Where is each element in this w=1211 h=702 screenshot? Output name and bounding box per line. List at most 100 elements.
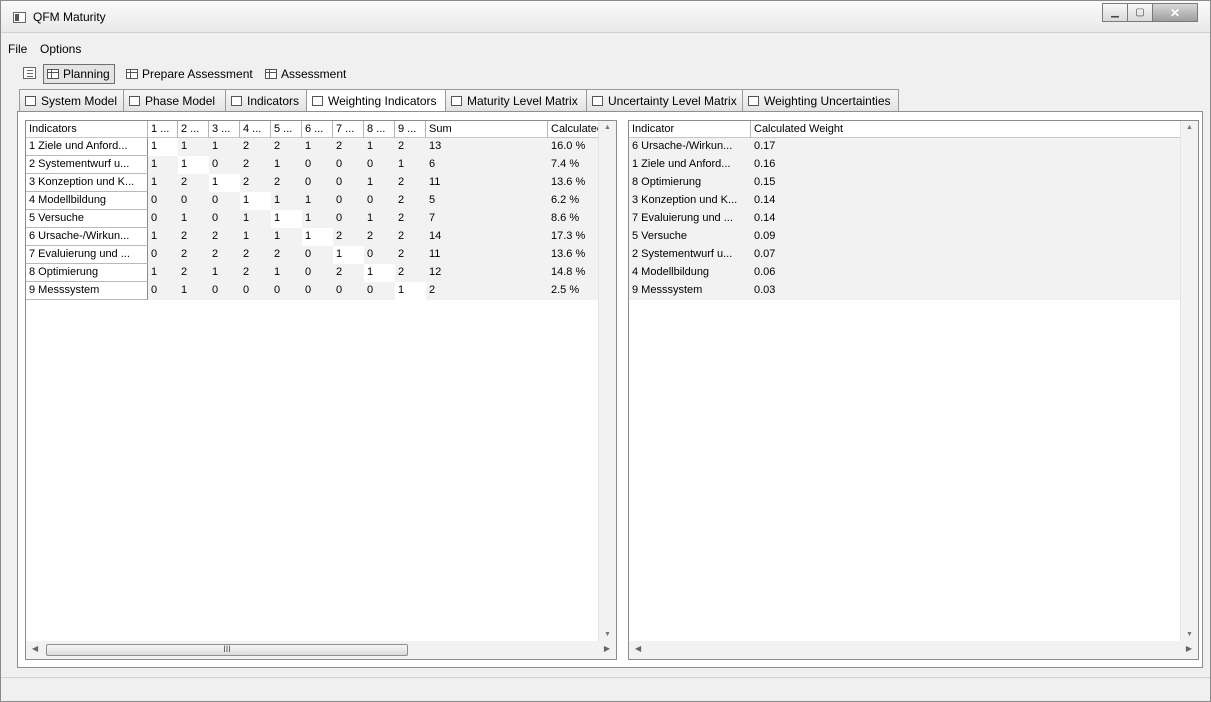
matrix-cell[interactable]: 0 (302, 156, 333, 174)
weight-row[interactable]: 1 Ziele und Anford... 0.16 (629, 156, 1181, 174)
weight-row[interactable]: 4 Modellbildung 0.06 (629, 264, 1181, 282)
matrix-cell[interactable]: 0 (364, 192, 395, 210)
matrix-cell[interactable]: 2 (240, 246, 271, 264)
matrix-cell[interactable]: 0 (333, 174, 364, 192)
matrix-cell[interactable]: 2 (240, 174, 271, 192)
matrix-vertical-scrollbar[interactable]: ▲ ▼ (598, 121, 616, 641)
matrix-cell[interactable]: 2 (333, 138, 364, 156)
matrix-cell[interactable]: 2 (271, 174, 302, 192)
matrix-cell[interactable]: 2 (395, 246, 426, 264)
matrix-cell[interactable]: 1 (364, 210, 395, 228)
matrix-column-header[interactable]: 9 ... (395, 121, 426, 138)
matrix-cell[interactable]: 1 (302, 210, 333, 228)
matrix-cell[interactable]: 2 (240, 264, 271, 282)
tab-weighting-indicators[interactable]: Weighting Indicators (306, 89, 446, 112)
matrix-cell[interactable]: 2 (178, 174, 209, 192)
matrix-cell[interactable]: 1 (364, 138, 395, 156)
matrix-cell[interactable]: 0 (333, 282, 364, 300)
matrix-cell[interactable]: 1 (302, 138, 333, 156)
matrix-cell[interactable]: 2 (240, 138, 271, 156)
matrix-cell[interactable]: 2 (333, 228, 364, 246)
matrix-cell[interactable]: 0 (209, 192, 240, 210)
toolbar-tab-planning[interactable]: Planning (43, 64, 115, 84)
matrix-cell[interactable]: 1 (148, 264, 178, 282)
matrix-cell[interactable]: 1 (271, 192, 302, 210)
matrix-cell[interactable]: 0 (302, 264, 333, 282)
matrix-horizontal-scrollbar[interactable]: ◀ III ▶ (26, 641, 616, 659)
matrix-cell[interactable]: 0 (148, 192, 178, 210)
tab-phase-model[interactable]: Phase Model (123, 89, 226, 111)
menu-options[interactable]: Options (40, 42, 81, 56)
matrix-cell[interactable]: 2 (209, 246, 240, 264)
matrix-row-header[interactable]: 8 Optimierung (26, 264, 148, 282)
matrix-row-header[interactable]: 7 Evaluierung und ... (26, 246, 148, 264)
matrix-cell[interactable]: 0 (302, 174, 333, 192)
matrix-cell[interactable]: 1 (395, 156, 426, 174)
matrix-column-header[interactable]: 4 ... (240, 121, 271, 138)
matrix-cell[interactable]: 2 (178, 246, 209, 264)
matrix-cell[interactable]: 1 (178, 156, 209, 174)
matrix-row-header[interactable]: 9 Messsystem (26, 282, 148, 300)
matrix-row-header[interactable]: 2 Systementwurf u... (26, 156, 148, 174)
matrix-cell[interactable]: 1 (271, 228, 302, 246)
matrix-cell[interactable]: 1 (178, 138, 209, 156)
matrix-cell[interactable]: 2 (271, 138, 302, 156)
tab-indicators[interactable]: Indicators (225, 89, 307, 111)
properties-icon[interactable] (23, 67, 36, 79)
matrix-cell[interactable]: 0 (209, 156, 240, 174)
tab-weighting-uncertainties[interactable]: Weighting Uncertainties (742, 89, 899, 111)
weight-row[interactable]: 2 Systementwurf u... 0.07 (629, 246, 1181, 264)
matrix-cell[interactable]: 2 (395, 228, 426, 246)
matrix-column-header[interactable]: 5 ... (271, 121, 302, 138)
matrix-row-header[interactable]: 6 Ursache-/Wirkun... (26, 228, 148, 246)
matrix-cell[interactable]: 1 (395, 282, 426, 300)
matrix-column-header[interactable]: 1 ... (148, 121, 178, 138)
matrix-cell[interactable]: 1 (209, 174, 240, 192)
matrix-cell[interactable]: 2 (333, 264, 364, 282)
matrix-cell[interactable]: 0 (148, 246, 178, 264)
matrix-cell[interactable]: 0 (209, 210, 240, 228)
weight-horizontal-scrollbar[interactable]: ◀ ▶ (629, 641, 1198, 659)
tab-maturity-level-matrix[interactable]: Maturity Level Matrix (445, 89, 587, 111)
weight-row[interactable]: 3 Konzeption und K... 0.14 (629, 192, 1181, 210)
matrix-cell[interactable]: 1 (302, 228, 333, 246)
matrix-cell[interactable]: 1 (148, 156, 178, 174)
matrix-cell[interactable]: 2 (395, 210, 426, 228)
scroll-up-icon[interactable]: ▲ (604, 124, 611, 131)
weight-vertical-scrollbar[interactable]: ▲ ▼ (1180, 121, 1198, 641)
matrix-cell[interactable]: 1 (364, 174, 395, 192)
toolbar-tab-assessment[interactable]: Assessment (262, 64, 350, 84)
matrix-column-header[interactable]: Indicators (26, 121, 148, 138)
matrix-row-header[interactable]: 5 Versuche (26, 210, 148, 228)
matrix-row-header[interactable]: 1 Ziele und Anford... (26, 138, 148, 156)
weight-row[interactable]: 6 Ursache-/Wirkun... 0.17 (629, 138, 1181, 156)
matrix-cell[interactable]: 0 (240, 282, 271, 300)
matrix-cell[interactable]: 0 (364, 246, 395, 264)
minimize-button[interactable]: ▁ (1102, 3, 1128, 22)
matrix-column-header[interactable]: 7 ... (333, 121, 364, 138)
matrix-column-header[interactable]: 2 ... (178, 121, 209, 138)
matrix-cell[interactable]: 0 (148, 282, 178, 300)
matrix-cell[interactable]: 2 (364, 228, 395, 246)
matrix-cell[interactable]: 0 (302, 282, 333, 300)
scroll-left-icon[interactable]: ◀ (635, 644, 641, 653)
matrix-cell[interactable]: 1 (302, 192, 333, 210)
matrix-cell[interactable]: 1 (209, 264, 240, 282)
matrix-row-header[interactable]: 4 Modellbildung (26, 192, 148, 210)
matrix-cell[interactable]: 1 (148, 228, 178, 246)
toolbar-tab-prepare-assessment[interactable]: Prepare Assessment (123, 64, 257, 84)
matrix-cell[interactable]: 1 (178, 282, 209, 300)
matrix-cell[interactable]: 1 (209, 138, 240, 156)
matrix-cell[interactable]: 2 (209, 228, 240, 246)
matrix-row-header[interactable]: 3 Konzeption und K... (26, 174, 148, 192)
weight-row[interactable]: 8 Optimierung 0.15 (629, 174, 1181, 192)
weight-row[interactable]: 5 Versuche 0.09 (629, 228, 1181, 246)
matrix-cell[interactable]: 1 (271, 264, 302, 282)
matrix-cell[interactable]: 0 (209, 282, 240, 300)
matrix-cell[interactable]: 2 (178, 228, 209, 246)
matrix-cell[interactable]: 1 (240, 210, 271, 228)
matrix-cell[interactable]: 0 (333, 156, 364, 174)
maximize-button[interactable]: ▢ (1127, 3, 1153, 22)
matrix-cell[interactable]: 2 (395, 264, 426, 282)
matrix-column-header[interactable]: 6 ... (302, 121, 333, 138)
